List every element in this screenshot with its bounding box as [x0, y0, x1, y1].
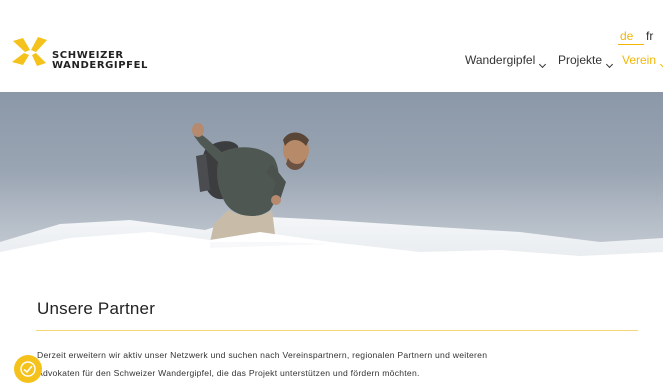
nav-wandergipfel[interactable]: Wandergipfel — [465, 53, 547, 69]
chevron-down-icon — [539, 60, 547, 69]
cookie-settings-button[interactable] — [14, 355, 42, 383]
nav-wandergipfel-label: Wandergipfel — [465, 53, 536, 67]
title-divider — [36, 330, 638, 331]
nav-projekte-label: Projekte — [558, 53, 603, 67]
page-title: Unsere Partner — [37, 299, 156, 318]
lang-fr[interactable]: fr — [646, 29, 653, 43]
logo-wordmark: SCHWEIZER WANDERGIPFEL — [52, 51, 148, 71]
cookie-settings-icon — [20, 361, 36, 377]
intro-line-1: Derzeit erweitern wir aktiv unser Netzwe… — [37, 350, 488, 360]
chevron-down-icon — [605, 60, 614, 69]
page: SCHWEIZER WANDERGIPFEL de fr Wandergipfe… — [0, 0, 663, 386]
nav-verein-label: Verein — [622, 53, 657, 67]
logo-line-2: WANDERGIPFEL — [52, 60, 149, 71]
hero-illustration — [0, 123, 663, 268]
nav-projekte[interactable]: Projekte — [558, 53, 614, 69]
lang-divider — [618, 44, 644, 45]
site-logo[interactable]: SCHWEIZER WANDERGIPFEL — [10, 34, 150, 78]
intro-line-2: Advokaten für den Schweizer Wandergipfel… — [37, 368, 420, 378]
hero-image — [0, 92, 663, 268]
nav-verein[interactable]: Verein — [622, 53, 663, 69]
logo-star-icon — [12, 37, 47, 66]
intro-paragraph: Derzeit erweitern wir aktiv unser Netzwe… — [37, 346, 637, 382]
lang-de[interactable]: de — [620, 29, 633, 43]
site-header: SCHWEIZER WANDERGIPFEL de fr Wandergipfe… — [0, 0, 663, 92]
